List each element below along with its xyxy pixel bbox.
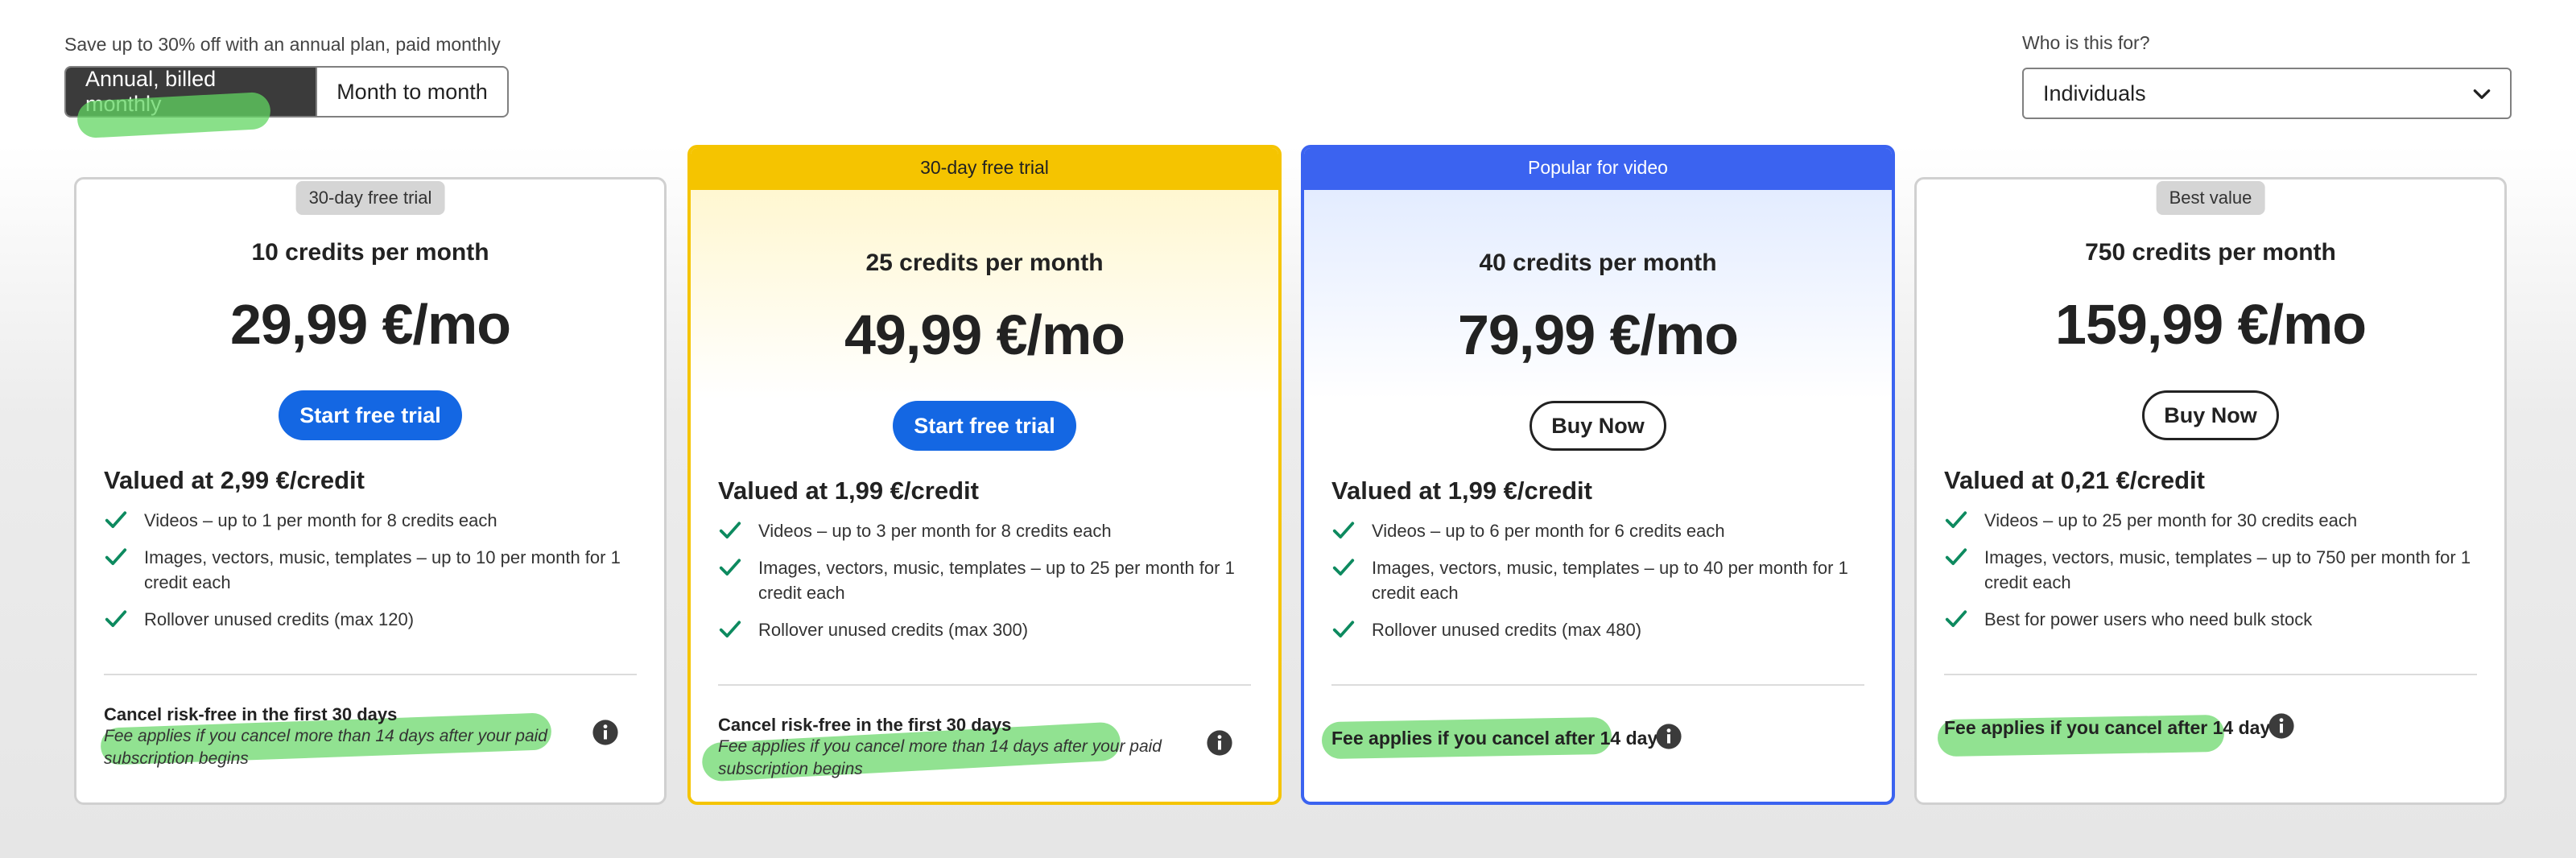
feature-text: Images, vectors, music, templates – up t… [1372,558,1848,603]
card-divider [104,674,637,675]
audience-selected-value: Individuals [2043,80,2146,105]
feature-text: Rollover unused credits (max 300) [758,620,1029,640]
plan-card-750-credits: Best value 750 credits per month 159,99 … [1914,177,2507,805]
check-icon [105,548,127,565]
feature-text: Images, vectors, music, templates – up t… [1984,547,2471,592]
audience-label: Who is this for? [2022,32,2150,53]
feature-item: Videos – up to 3 per month for 8 credits… [718,518,1251,543]
feature-item: Images, vectors, music, templates – up t… [718,555,1251,605]
feature-list: Videos – up to 3 per month for 8 credits… [718,518,1251,654]
feature-text: Rollover unused credits (max 480) [1372,620,1642,640]
feature-item: Images, vectors, music, templates – up t… [1944,545,2477,595]
cancel-fee-note: Fee applies if you cancel after 14 days [1331,728,1669,749]
feature-item: Images, vectors, music, templates – up t… [1331,555,1864,605]
feature-item: Videos – up to 25 per month for 30 credi… [1944,508,2477,533]
feature-text: Videos – up to 3 per month for 8 credits… [758,521,1112,541]
billing-option-monthly[interactable]: Month to month [316,68,507,116]
info-icon[interactable] [2268,712,2295,740]
info-icon[interactable] [1655,723,1682,750]
check-icon [1332,522,1355,538]
plan-price: 159,99 €/mo [2055,293,2367,356]
feature-list: Videos – up to 1 per month for 8 credits… [104,508,637,644]
plan-price: 79,99 €/mo [1458,303,1739,366]
plan-credits: 25 credits per month [865,250,1104,276]
cancel-fee-note: Fee applies if you cancel more than 14 d… [104,727,547,768]
feature-text: Videos – up to 6 per month for 6 credits… [1372,521,1725,541]
plan-card-10-credits: 30-day free trial 10 credits per month 2… [74,177,667,805]
plan-value-per-credit: Valued at 1,99 €/credit [718,476,979,505]
start-free-trial-button[interactable]: Start free trial [893,401,1076,451]
start-free-trial-button[interactable]: Start free trial [279,390,462,440]
plan-credits: 10 credits per month [251,239,489,266]
feature-item: Rollover unused credits (max 480) [1331,617,1864,642]
card-gradient [691,190,1278,399]
check-icon [719,621,741,637]
check-icon [1945,511,1967,528]
plan-value-per-credit: Valued at 0,21 €/credit [1944,466,2205,494]
chevron-down-icon [2473,89,2491,99]
check-icon [719,559,741,575]
feature-item: Images, vectors, music, templates – up t… [104,545,637,595]
feature-item: Rollover unused credits (max 300) [718,617,1251,642]
card-divider [1944,674,2477,675]
trial-badge: 30-day free trial [295,181,445,215]
popular-banner: Popular for video [1304,148,1892,190]
cancel-fee-note: Fee applies if you cancel after 14 days [1944,717,2281,738]
cancel-policy-title: Cancel risk-free in the first 30 days [718,715,1012,735]
card-divider [1331,684,1864,686]
plan-price: 29,99 €/mo [230,293,511,356]
plan-value-per-credit: Valued at 1,99 €/credit [1331,476,1592,505]
savings-message: Save up to 30% off with an annual plan, … [64,34,501,55]
plan-price: 49,99 €/mo [844,303,1125,366]
card-gradient [1304,190,1892,399]
plan-card-25-credits: 30-day free trial 25 credits per month 4… [687,145,1282,805]
feature-list: Videos – up to 6 per month for 6 credits… [1331,518,1864,654]
plan-credits: 40 credits per month [1479,250,1717,276]
check-icon [1945,548,1967,565]
trial-banner: 30-day free trial [691,148,1278,190]
check-icon [719,522,741,538]
feature-text: Images, vectors, music, templates – up t… [758,558,1235,603]
plan-card-40-credits: Popular for video 40 credits per month 7… [1301,145,1895,805]
best-value-badge: Best value [2156,181,2265,215]
check-icon [1945,610,1967,627]
check-icon [1332,621,1355,637]
feature-text: Best for power users who need bulk stock [1984,609,2313,629]
feature-text: Images, vectors, music, templates – up t… [144,547,621,592]
card-divider [718,684,1251,686]
feature-item: Rollover unused credits (max 120) [104,607,637,632]
check-icon [105,610,127,627]
info-icon[interactable] [592,719,619,746]
plan-credits: 750 credits per month [2085,239,2336,266]
feature-list: Videos – up to 25 per month for 30 credi… [1944,508,2477,644]
buy-now-button[interactable]: Buy Now [1530,401,1666,451]
check-icon [105,511,127,528]
feature-text: Videos – up to 25 per month for 30 credi… [1984,510,2358,530]
feature-item: Videos – up to 1 per month for 8 credits… [104,508,637,533]
feature-item: Videos – up to 6 per month for 6 credits… [1331,518,1864,543]
cancel-policy-title: Cancel risk-free in the first 30 days [104,704,398,724]
buy-now-button[interactable]: Buy Now [2142,390,2279,440]
info-icon[interactable] [1206,729,1233,757]
feature-text: Videos – up to 1 per month for 8 credits… [144,510,497,530]
feature-item: Best for power users who need bulk stock [1944,607,2477,632]
cancel-fee-note: Fee applies if you cancel more than 14 d… [718,737,1162,778]
check-icon [1332,559,1355,575]
audience-select[interactable]: Individuals [2022,68,2512,119]
billing-controls: Save up to 30% off with an annual plan, … [0,0,2576,145]
feature-text: Rollover unused credits (max 120) [144,609,415,629]
plan-value-per-credit: Valued at 2,99 €/credit [104,466,365,494]
